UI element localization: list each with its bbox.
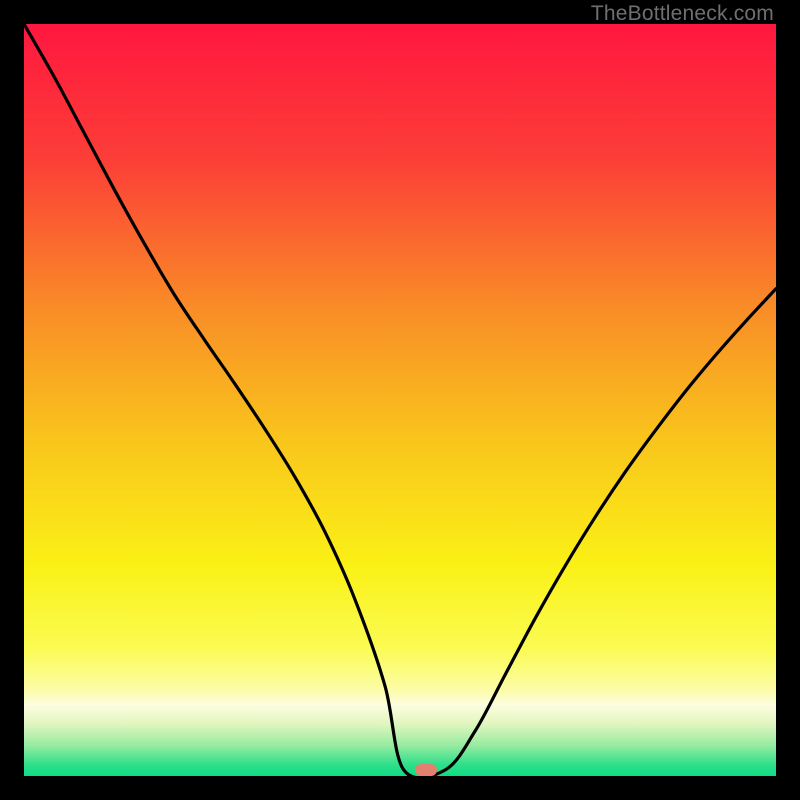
- plot-area: [24, 24, 776, 776]
- bottleneck-curve: [24, 24, 776, 776]
- optimal-point-marker: [415, 764, 437, 776]
- watermark-text: TheBottleneck.com: [591, 2, 774, 26]
- chart-frame: TheBottleneck.com: [0, 0, 800, 800]
